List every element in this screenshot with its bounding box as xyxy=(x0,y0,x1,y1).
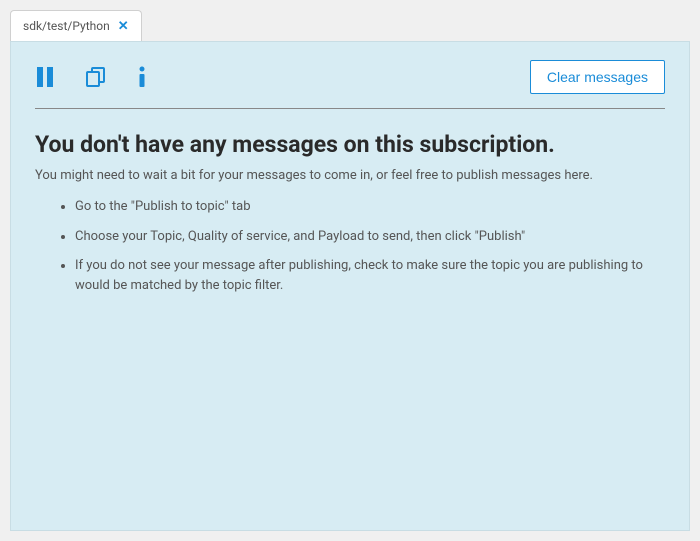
list-item: Choose your Topic, Quality of service, a… xyxy=(75,227,665,247)
copy-icon[interactable] xyxy=(85,66,107,88)
tab-subscription[interactable]: sdk/test/Python ✕ xyxy=(10,10,142,41)
content-panel: Clear messages You don't have any messag… xyxy=(10,41,690,531)
close-icon[interactable]: ✕ xyxy=(118,20,129,33)
empty-state-headline: You don't have any messages on this subs… xyxy=(35,131,665,158)
empty-state: You don't have any messages on this subs… xyxy=(35,109,665,295)
info-icon[interactable] xyxy=(137,66,147,88)
toolbar: Clear messages xyxy=(35,60,665,109)
toolbar-left xyxy=(35,66,147,88)
list-item: If you do not see your message after pub… xyxy=(75,256,665,295)
clear-messages-button[interactable]: Clear messages xyxy=(530,60,665,94)
instructions-list: Go to the "Publish to topic" tab Choose … xyxy=(35,197,665,295)
tab-label: sdk/test/Python xyxy=(23,19,110,33)
tab-bar: sdk/test/Python ✕ xyxy=(0,0,700,41)
pause-icon[interactable] xyxy=(35,66,55,88)
empty-state-subtext: You might need to wait a bit for your me… xyxy=(35,168,665,183)
list-item: Go to the "Publish to topic" tab xyxy=(75,197,665,217)
